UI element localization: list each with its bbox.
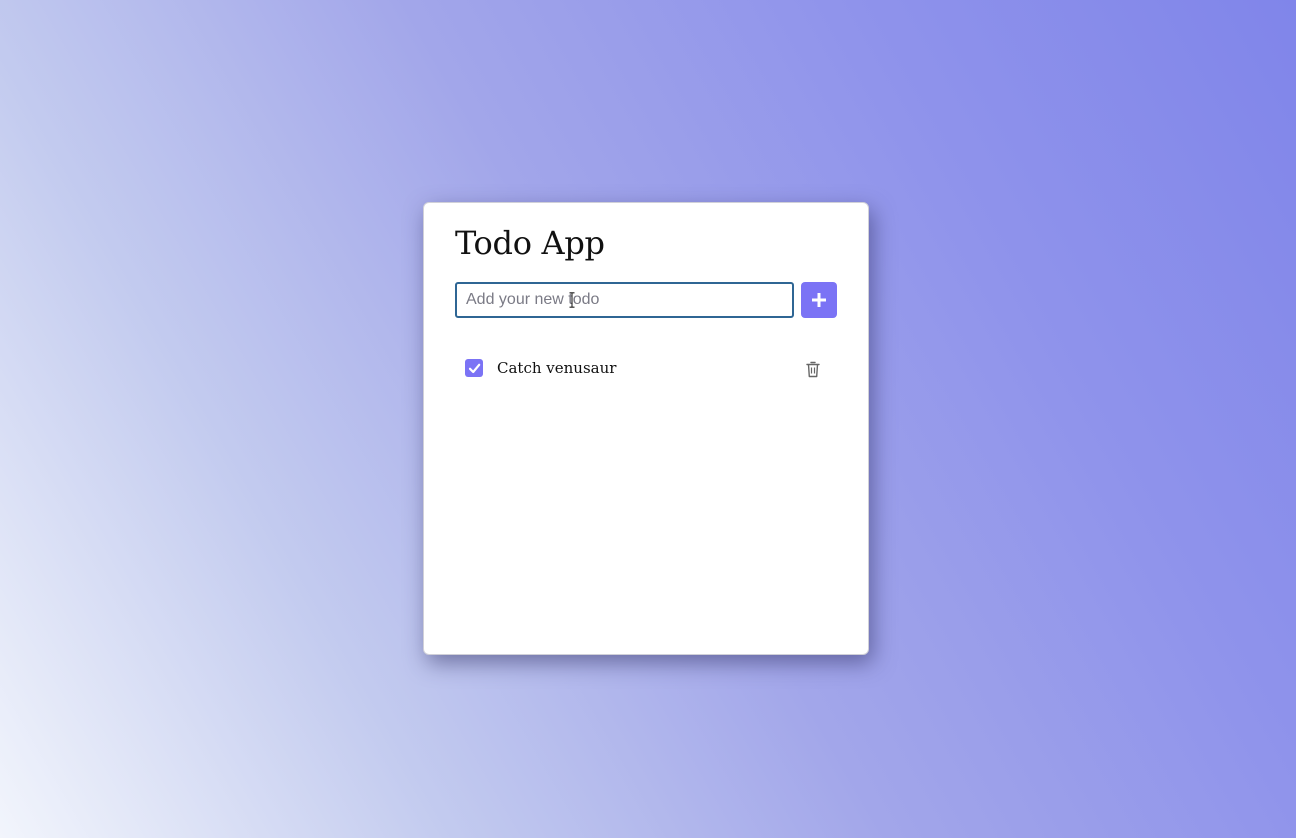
- delete-todo-button[interactable]: [802, 358, 824, 380]
- page-title: Todo App: [455, 224, 605, 262]
- trash-icon: [806, 361, 820, 377]
- new-todo-input[interactable]: [455, 282, 794, 318]
- todo-list: Catch venusaur: [455, 349, 839, 387]
- todo-checkbox[interactable]: [465, 359, 483, 377]
- todo-label: Catch venusaur: [497, 359, 617, 377]
- add-todo-button[interactable]: [801, 282, 837, 318]
- todo-card: Todo App Catch venusaur: [423, 202, 869, 655]
- check-icon: [468, 363, 480, 373]
- todo-item: Catch venusaur: [455, 349, 839, 387]
- plus-icon: [812, 293, 826, 307]
